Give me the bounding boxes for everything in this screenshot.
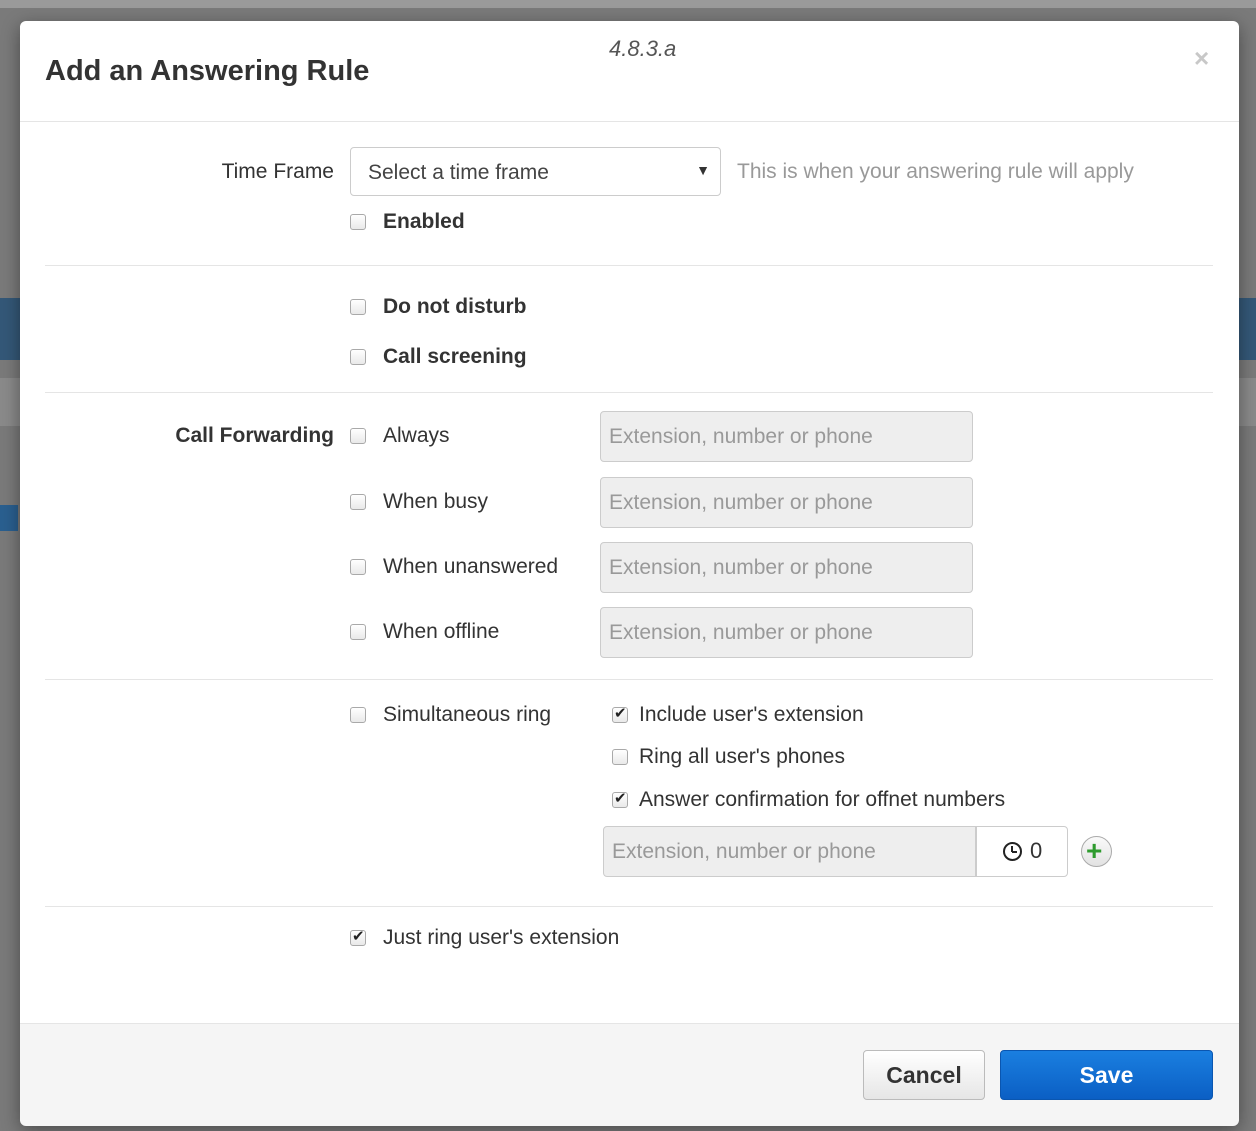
forward-always-label: Always	[383, 424, 450, 447]
ring-all-phones-label: Ring all user's phones	[639, 745, 845, 768]
do-not-disturb-label: Do not disturb	[383, 295, 527, 318]
forward-offline-placeholder: Extension, number or phone	[609, 621, 873, 644]
divider	[45, 265, 1213, 266]
forward-unanswered-input[interactable]: Extension, number or phone	[600, 542, 973, 593]
forward-busy-checkbox[interactable]	[350, 494, 366, 510]
forward-offline-input[interactable]: Extension, number or phone	[600, 607, 973, 658]
forward-always-input[interactable]: Extension, number or phone	[600, 411, 973, 462]
forward-offline-label: When offline	[383, 620, 500, 643]
ring-all-phones-checkbox[interactable]	[612, 749, 628, 765]
call-forwarding-label: Call Forwarding	[175, 424, 334, 447]
clock-icon	[1003, 842, 1022, 861]
simultaneous-ring-input[interactable]: Extension, number or phone	[603, 826, 976, 877]
cancel-button[interactable]: Cancel	[863, 1050, 985, 1100]
simultaneous-ring-placeholder: Extension, number or phone	[612, 840, 876, 863]
time-frame-select[interactable]: Select a time frame ▼	[350, 147, 721, 196]
time-frame-label: Time Frame	[221, 160, 334, 183]
forward-unanswered-placeholder: Extension, number or phone	[609, 556, 873, 579]
divider	[45, 392, 1213, 393]
answering-rule-dialog: Add an Answering Rule 4.8.3.a × Time Fra…	[20, 21, 1239, 1126]
background-app	[0, 0, 1256, 8]
simultaneous-ring-label: Simultaneous ring	[383, 703, 552, 726]
simultaneous-ring-checkbox[interactable]	[350, 707, 366, 723]
version-label: 4.8.3.a	[609, 36, 677, 61]
just-ring-extension-checkbox[interactable]	[350, 927, 366, 946]
forward-always-checkbox[interactable]	[350, 428, 366, 444]
enabled-label: Enabled	[383, 210, 465, 233]
dialog-footer: Cancel Save	[20, 1023, 1239, 1126]
plus-icon: +	[1086, 835, 1103, 866]
forward-busy-label: When busy	[383, 490, 489, 513]
call-screening-label: Call screening	[383, 345, 527, 368]
time-frame-help: This is when your answering rule will ap…	[737, 160, 1134, 183]
include-extension-label: Include user's extension	[639, 703, 864, 726]
chevron-down-icon: ▼	[696, 162, 710, 178]
answer-confirmation-checkbox[interactable]	[612, 789, 628, 808]
ring-delay-button[interactable]: 0	[976, 826, 1068, 877]
include-extension-checkbox[interactable]	[612, 704, 628, 723]
forward-unanswered-label: When unanswered	[383, 555, 559, 578]
ring-delay-value: 0	[1030, 838, 1043, 863]
forward-always-placeholder: Extension, number or phone	[609, 425, 873, 448]
close-icon[interactable]: ×	[1194, 43, 1209, 74]
call-screening-checkbox[interactable]	[350, 349, 366, 365]
forward-offline-checkbox[interactable]	[350, 624, 366, 640]
answer-confirmation-label: Answer confirmation for offnet numbers	[639, 788, 1006, 811]
add-number-button[interactable]: +	[1081, 835, 1112, 867]
divider	[45, 906, 1213, 907]
enabled-checkbox[interactable]	[350, 214, 366, 230]
forward-unanswered-checkbox[interactable]	[350, 559, 366, 575]
forward-busy-placeholder: Extension, number or phone	[609, 491, 873, 514]
background-app-chip	[0, 505, 18, 531]
dialog-header: Add an Answering Rule 4.8.3.a ×	[20, 21, 1239, 122]
do-not-disturb-checkbox[interactable]	[350, 299, 366, 315]
divider	[45, 679, 1213, 680]
dialog-title: Add an Answering Rule	[45, 55, 370, 87]
time-frame-select-value: Select a time frame	[368, 161, 549, 184]
forward-busy-input[interactable]: Extension, number or phone	[600, 477, 973, 528]
save-button[interactable]: Save	[1000, 1050, 1213, 1100]
just-ring-extension-label: Just ring user's extension	[383, 926, 620, 949]
